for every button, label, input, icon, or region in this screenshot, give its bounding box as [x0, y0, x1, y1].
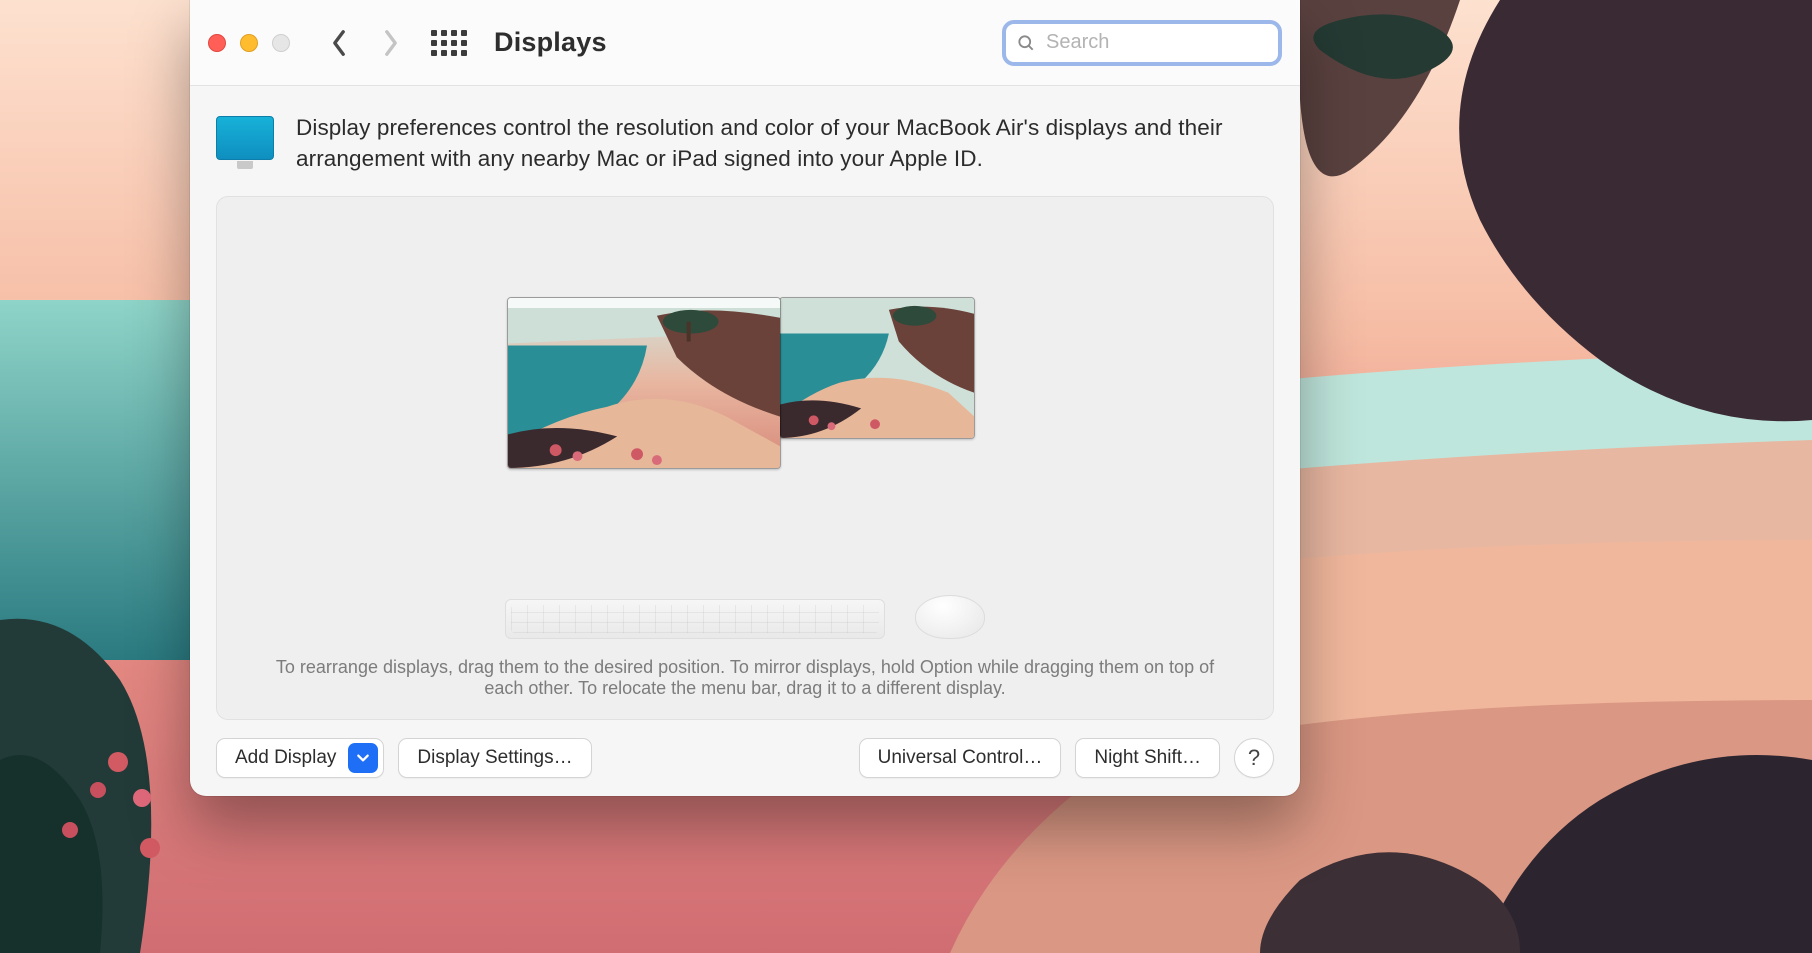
- description-row: Display preferences control the resoluti…: [216, 112, 1274, 174]
- menu-bar-indicator[interactable]: [508, 298, 780, 308]
- page-title: Displays: [494, 27, 607, 58]
- search-input[interactable]: [1046, 31, 1300, 54]
- display-settings-button[interactable]: Display Settings…: [398, 738, 591, 778]
- system-preferences-window: Displays Display preferences control the…: [190, 0, 1300, 796]
- arrangement-help-text: To rearrange displays, drag them to the …: [217, 645, 1273, 719]
- forward-button[interactable]: [374, 26, 408, 60]
- content-area: Display preferences control the resoluti…: [190, 86, 1300, 796]
- arrangement-area[interactable]: [217, 197, 1273, 589]
- grid-icon: [431, 30, 467, 56]
- window-controls: [208, 34, 290, 52]
- help-label: ?: [1248, 745, 1260, 771]
- chevron-down-icon: [356, 751, 370, 765]
- bottom-button-row: Add Display Display Settings… Universal …: [216, 720, 1274, 778]
- display-icon: [216, 116, 274, 160]
- show-all-button[interactable]: [432, 26, 466, 60]
- add-display-menu-toggle[interactable]: [348, 743, 378, 773]
- night-shift-label: Night Shift…: [1094, 747, 1201, 769]
- display-secondary[interactable]: [779, 297, 975, 439]
- close-button[interactable]: [208, 34, 226, 52]
- mouse-icon: [915, 595, 985, 639]
- zoom-button[interactable]: [272, 34, 290, 52]
- help-button[interactable]: ?: [1234, 738, 1274, 778]
- night-shift-button[interactable]: Night Shift…: [1075, 738, 1220, 778]
- minimize-button[interactable]: [240, 34, 258, 52]
- back-button[interactable]: [322, 26, 356, 60]
- display-settings-label: Display Settings…: [417, 747, 572, 769]
- universal-control-button[interactable]: Universal Control…: [859, 738, 1062, 778]
- arrangement-panel: To rearrange displays, drag them to the …: [216, 196, 1274, 720]
- search-icon: [1016, 33, 1036, 53]
- toolbar: Displays: [190, 0, 1300, 86]
- keyboard-icon: [505, 599, 885, 639]
- display-primary[interactable]: [507, 297, 781, 469]
- keyboard-mouse-row: [217, 589, 1273, 645]
- add-display-label: Add Display: [235, 747, 336, 769]
- description-text: Display preferences control the resoluti…: [296, 112, 1274, 174]
- add-display-button[interactable]: Add Display: [216, 738, 384, 778]
- universal-control-label: Universal Control…: [878, 747, 1043, 769]
- search-field[interactable]: [1002, 20, 1282, 66]
